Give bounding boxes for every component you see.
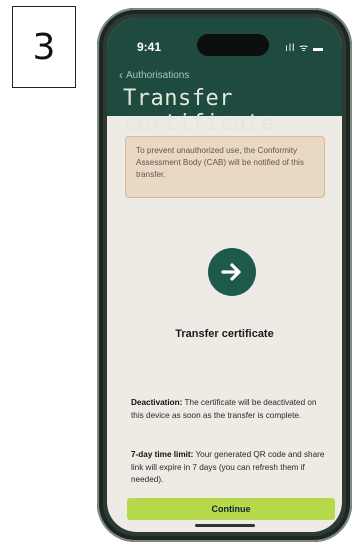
back-label: Authorisations xyxy=(126,69,190,81)
home-indicator xyxy=(195,524,255,527)
back-button[interactable]: ‹ Authorisations xyxy=(119,68,189,82)
status-time: 9:41 xyxy=(137,40,162,54)
chevron-left-icon: ‹ xyxy=(119,68,123,82)
deactivation-info: Deactivation: The certificate will be de… xyxy=(131,397,331,422)
dynamic-island xyxy=(197,34,269,56)
phone-frame: 9:41 ıll ᯤ ▬ ‹ Authorisations Transfer c… xyxy=(97,8,352,542)
header: 9:41 ıll ᯤ ▬ ‹ Authorisations Transfer c… xyxy=(107,18,342,136)
phone-screen: 9:41 ıll ᯤ ▬ ‹ Authorisations Transfer c… xyxy=(107,18,342,532)
status-icons: ıll ᯤ ▬ xyxy=(285,43,324,54)
continue-button[interactable]: Continue xyxy=(127,498,335,520)
step-number: 3 xyxy=(32,26,56,68)
page-title: Transfer certificate xyxy=(123,86,275,136)
deactivation-label: Deactivation: xyxy=(131,398,183,407)
time-limit-info: 7-day time limit: Your generated QR code… xyxy=(131,449,331,487)
hero-title: Transfer certificate xyxy=(175,328,274,340)
arrow-right-icon xyxy=(208,248,256,296)
time-limit-label: 7-day time limit: xyxy=(131,450,194,459)
notice-text: To prevent unauthorized use, the Conform… xyxy=(136,146,304,179)
step-number-box: 3 xyxy=(12,6,76,88)
warning-notice: To prevent unauthorized use, the Conform… xyxy=(125,136,325,198)
